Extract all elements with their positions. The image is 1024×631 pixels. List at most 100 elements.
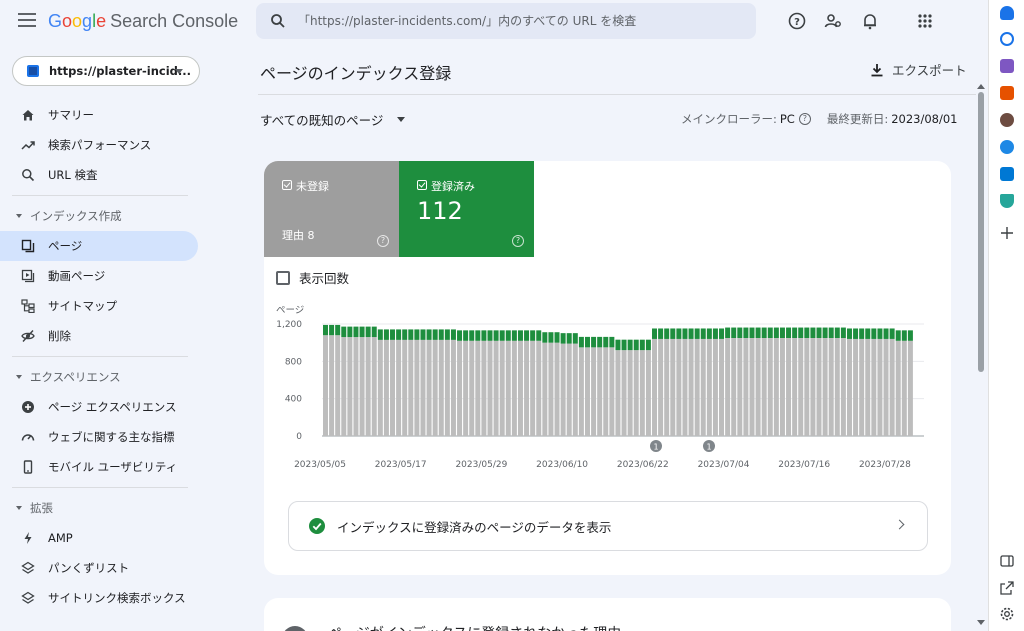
bar-indexed[interactable] <box>438 329 444 340</box>
bar-indexed[interactable] <box>859 328 865 339</box>
bar-indexed[interactable] <box>633 339 639 351</box>
sidebar-item-mobile-usability[interactable]: モバイル ユーザビリティ <box>0 452 198 482</box>
bar-indexed[interactable] <box>469 330 475 341</box>
bar-not-indexed[interactable] <box>493 340 499 436</box>
bar-indexed[interactable] <box>731 327 737 338</box>
bar-indexed[interactable] <box>420 329 426 340</box>
bar-indexed[interactable] <box>493 330 499 341</box>
bar-indexed[interactable] <box>798 327 804 338</box>
bar-indexed[interactable] <box>341 326 347 338</box>
help-icon[interactable]: ? <box>512 235 524 247</box>
bar-indexed[interactable] <box>761 327 767 338</box>
bar-not-indexed[interactable] <box>658 338 664 436</box>
bar-indexed[interactable] <box>639 339 645 351</box>
bar-not-indexed[interactable] <box>865 338 871 436</box>
indexed-tile[interactable]: 登録済み 112 ? <box>399 161 534 257</box>
bell-extension-icon[interactable] <box>1000 6 1014 20</box>
export-button[interactable]: エクスポート <box>870 60 967 79</box>
open-external-icon[interactable] <box>999 580 1015 596</box>
bar-not-indexed[interactable] <box>816 338 822 436</box>
bar-indexed[interactable] <box>396 329 402 340</box>
bar-indexed[interactable] <box>554 332 560 343</box>
bar-indexed[interactable] <box>457 330 463 341</box>
bar-indexed[interactable] <box>499 330 505 341</box>
bar-not-indexed[interactable] <box>664 338 670 436</box>
bar-not-indexed[interactable] <box>798 338 804 436</box>
bar-not-indexed[interactable] <box>737 338 743 436</box>
bar-not-indexed[interactable] <box>408 339 414 436</box>
bar-indexed[interactable] <box>383 329 389 340</box>
bar-indexed[interactable] <box>524 330 530 341</box>
copilot-extension-icon[interactable] <box>1000 140 1014 154</box>
bar-not-indexed[interactable] <box>694 338 700 436</box>
bar-not-indexed[interactable] <box>542 342 548 436</box>
bar-indexed[interactable] <box>517 330 523 341</box>
bar-indexed[interactable] <box>560 333 566 344</box>
bar-indexed[interactable] <box>664 328 670 339</box>
bar-indexed[interactable] <box>475 330 481 341</box>
bar-indexed[interactable] <box>645 339 651 351</box>
bar-indexed[interactable] <box>530 330 536 341</box>
bar-not-indexed[interactable] <box>371 337 377 436</box>
bar-not-indexed[interactable] <box>383 339 389 436</box>
bar-indexed[interactable] <box>329 324 335 336</box>
bar-indexed[interactable] <box>432 329 438 340</box>
bar-not-indexed[interactable] <box>688 338 694 436</box>
bar-not-indexed[interactable] <box>359 337 365 436</box>
bar-indexed[interactable] <box>481 330 487 341</box>
bar-indexed[interactable] <box>792 327 798 338</box>
bar-indexed[interactable] <box>621 339 627 351</box>
section-toggle-indexing[interactable]: インデックス作成 <box>0 201 210 231</box>
bar-indexed[interactable] <box>597 336 603 348</box>
bar-indexed[interactable] <box>548 332 554 343</box>
bar-indexed[interactable] <box>536 330 542 341</box>
bar-indexed[interactable] <box>426 329 432 340</box>
bar-not-indexed[interactable] <box>652 338 658 436</box>
bar-indexed[interactable] <box>743 327 749 338</box>
bar-indexed[interactable] <box>834 327 840 338</box>
bar-indexed[interactable] <box>371 326 377 338</box>
sidebar-item-url-inspection[interactable]: URL 検査 <box>0 160 198 190</box>
section-toggle-experience[interactable]: エクスペリエンス <box>0 362 210 392</box>
bar-indexed[interactable] <box>810 327 816 338</box>
manage-accounts-icon[interactable] <box>824 12 842 30</box>
impressions-checkbox[interactable]: 表示回数 <box>276 268 349 287</box>
bar-not-indexed[interactable] <box>633 350 639 436</box>
search-extension-icon[interactable] <box>1000 32 1014 46</box>
bar-not-indexed[interactable] <box>335 335 341 436</box>
bar-indexed[interactable] <box>688 328 694 339</box>
bar-indexed[interactable] <box>377 329 383 340</box>
bar-not-indexed[interactable] <box>853 338 859 436</box>
bar-not-indexed[interactable] <box>505 340 511 436</box>
bar-indexed[interactable] <box>719 328 725 339</box>
bar-not-indexed[interactable] <box>536 340 542 436</box>
bar-not-indexed[interactable] <box>889 338 895 436</box>
sidebar-item-pages[interactable]: ページ <box>0 231 198 261</box>
bar-indexed[interactable] <box>804 327 810 338</box>
bar-not-indexed[interactable] <box>390 339 396 436</box>
menu-icon[interactable] <box>18 13 36 29</box>
bar-not-indexed[interactable] <box>420 339 426 436</box>
bar-indexed[interactable] <box>652 328 658 339</box>
bar-not-indexed[interactable] <box>621 350 627 436</box>
outlook-extension-icon[interactable] <box>1000 167 1014 181</box>
bar-indexed[interactable] <box>408 329 414 340</box>
bar-not-indexed[interactable] <box>871 338 877 436</box>
bar-indexed[interactable] <box>877 328 883 339</box>
section-toggle-enhancements[interactable]: 拡張 <box>0 493 210 523</box>
bar-not-indexed[interactable] <box>767 338 773 436</box>
bar-indexed[interactable] <box>463 330 469 341</box>
bar-not-indexed[interactable] <box>639 350 645 436</box>
bar-indexed[interactable] <box>615 339 621 351</box>
bar-not-indexed[interactable] <box>719 338 725 436</box>
bar-not-indexed[interactable] <box>834 338 840 436</box>
bar-not-indexed[interactable] <box>457 340 463 436</box>
sidebar-toggle-icon[interactable] <box>999 553 1015 569</box>
bar-not-indexed[interactable] <box>365 337 371 436</box>
bar-not-indexed[interactable] <box>676 338 682 436</box>
bar-not-indexed[interactable] <box>743 338 749 436</box>
bar-not-indexed[interactable] <box>432 339 438 436</box>
view-indexed-pages-link[interactable]: インデックスに登録済みのページのデータを表示 <box>288 501 928 551</box>
bar-not-indexed[interactable] <box>347 337 353 436</box>
bar-indexed[interactable] <box>505 330 511 341</box>
